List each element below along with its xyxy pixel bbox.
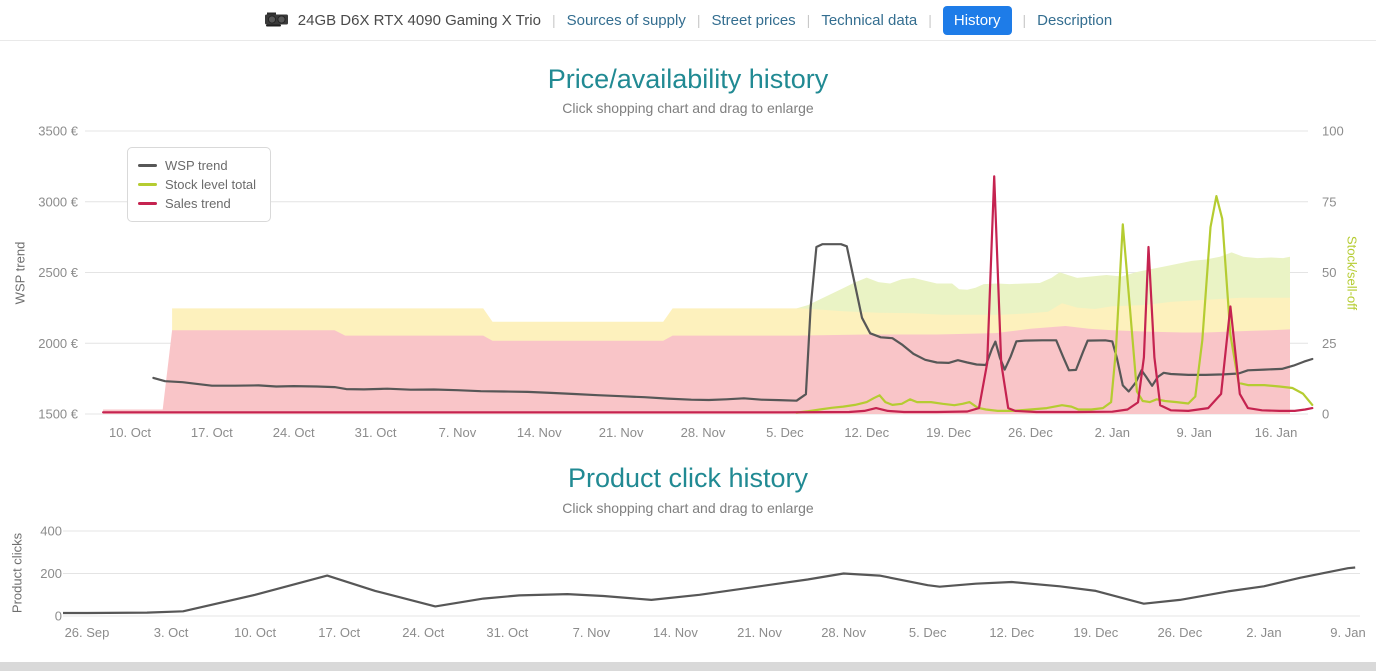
x-axis-tick-label: 7. Nov [439, 425, 477, 440]
tab-technical-data[interactable]: Technical data [821, 12, 917, 29]
legend-label: Stock level total [165, 177, 256, 192]
tab-history[interactable]: History [943, 6, 1012, 35]
right-axis-tick-label: 25 [1322, 336, 1336, 351]
x-axis-tick-label: 21. Nov [599, 425, 644, 440]
x-axis-tick-label: 2. Jan [1246, 625, 1281, 640]
left-axis-tick-label: 1500 € [38, 407, 79, 422]
x-axis-tick-label: 26. Dec [1008, 425, 1053, 440]
price-chart-subtitle: Click shopping chart and drag to enlarge [0, 100, 1376, 116]
x-axis-tick-label: 9. Jan [1176, 425, 1211, 440]
x-axis-tick-label: 5. Dec [909, 625, 947, 640]
footer-strip [0, 662, 1376, 671]
x-axis-tick-label: 14. Nov [653, 625, 698, 640]
x-axis-tick-label: 21. Nov [737, 625, 782, 640]
legend-label: Sales trend [165, 196, 231, 211]
x-axis-tick-label: 5. Dec [766, 425, 804, 440]
clicks-axis-tick-label: 200 [40, 566, 62, 581]
x-axis-tick-label: 31. Oct [486, 625, 528, 640]
price-chart-title: Price/availability history [0, 64, 1376, 95]
x-axis-tick-label: 24. Oct [402, 625, 444, 640]
x-axis-tick-label: 12. Dec [989, 625, 1034, 640]
right-axis-tick-label: 50 [1322, 265, 1336, 280]
x-axis-tick-label: 19. Dec [1073, 625, 1118, 640]
x-axis-tick-label: 2. Jan [1095, 425, 1130, 440]
tab-description[interactable]: Description [1037, 12, 1112, 29]
x-axis-tick-label: 24. Oct [273, 425, 315, 440]
nav-separator: | [552, 12, 556, 28]
x-axis-tick-label: 12. Dec [844, 425, 889, 440]
x-axis-tick-label: 14. Nov [517, 425, 562, 440]
left-axis-tick-label: 3500 € [38, 124, 79, 139]
right-axis-tick-label: 100 [1322, 124, 1344, 139]
left-axis-tick-label: 2500 € [38, 265, 79, 280]
legend-item-wsp-trend[interactable]: WSP trend [138, 156, 256, 175]
clicks-chart-subtitle: Click shopping chart and drag to enlarge [0, 500, 1376, 516]
tab-sources-of-supply[interactable]: Sources of supply [567, 12, 686, 29]
x-axis-tick-label: 26. Sep [65, 625, 110, 640]
nav-separator: | [928, 12, 932, 28]
tab-street-prices[interactable]: Street prices [711, 12, 795, 29]
x-axis-tick-label: 26. Dec [1157, 625, 1202, 640]
x-axis-tick-label: 19. Dec [926, 425, 971, 440]
price-chart-legend: WSP trend Stock level total Sales trend [127, 147, 271, 222]
product-clicks-line [63, 568, 1355, 614]
x-axis-tick-label: 28. Nov [821, 625, 866, 640]
x-axis-tick-label: 3. Oct [154, 625, 189, 640]
x-axis-tick-label: 10. Oct [234, 625, 276, 640]
x-axis-tick-label: 28. Nov [681, 425, 726, 440]
legend-item-sales-trend[interactable]: Sales trend [138, 194, 256, 213]
product-image [264, 11, 290, 29]
left-axis-tick-label: 2000 € [38, 336, 79, 351]
nav-separator: | [1023, 12, 1027, 28]
stock-selloff-axis-label: Stock/sell-off [1345, 236, 1360, 310]
x-axis-tick-label: 16. Jan [1255, 425, 1298, 440]
x-axis-tick-label: 10. Oct [109, 425, 151, 440]
clicks-chart-title: Product click history [0, 463, 1376, 494]
product-title: 24GB D6X RTX 4090 Gaming X Trio [298, 12, 541, 29]
product-clicks-axis-label: Product clicks [10, 533, 25, 613]
right-axis-tick-label: 0 [1322, 407, 1329, 422]
left-axis-tick-label: 3000 € [38, 194, 79, 209]
right-axis-tick-label: 75 [1322, 194, 1336, 209]
x-axis-tick-label: 9. Jan [1330, 625, 1365, 640]
x-axis-tick-label: 17. Oct [191, 425, 233, 440]
x-axis-tick-label: 31. Oct [355, 425, 397, 440]
clicks-axis-tick-label: 400 [40, 524, 62, 539]
x-axis-tick-label: 17. Oct [318, 625, 360, 640]
legend-item-stock-level[interactable]: Stock level total [138, 175, 256, 194]
nav-separator: | [697, 12, 701, 28]
sales-trend-swatch [138, 202, 157, 205]
wsp-trend-swatch [138, 164, 157, 167]
wsp-trend-axis-label: WSP trend [13, 242, 28, 305]
legend-label: WSP trend [165, 158, 228, 173]
clicks-axis-tick-label: 0 [55, 609, 62, 624]
stock-level-swatch [138, 183, 157, 186]
top-nav: 24GB D6X RTX 4090 Gaming X Trio | Source… [0, 0, 1376, 41]
nav-separator: | [807, 12, 811, 28]
x-axis-tick-label: 7. Nov [573, 625, 611, 640]
